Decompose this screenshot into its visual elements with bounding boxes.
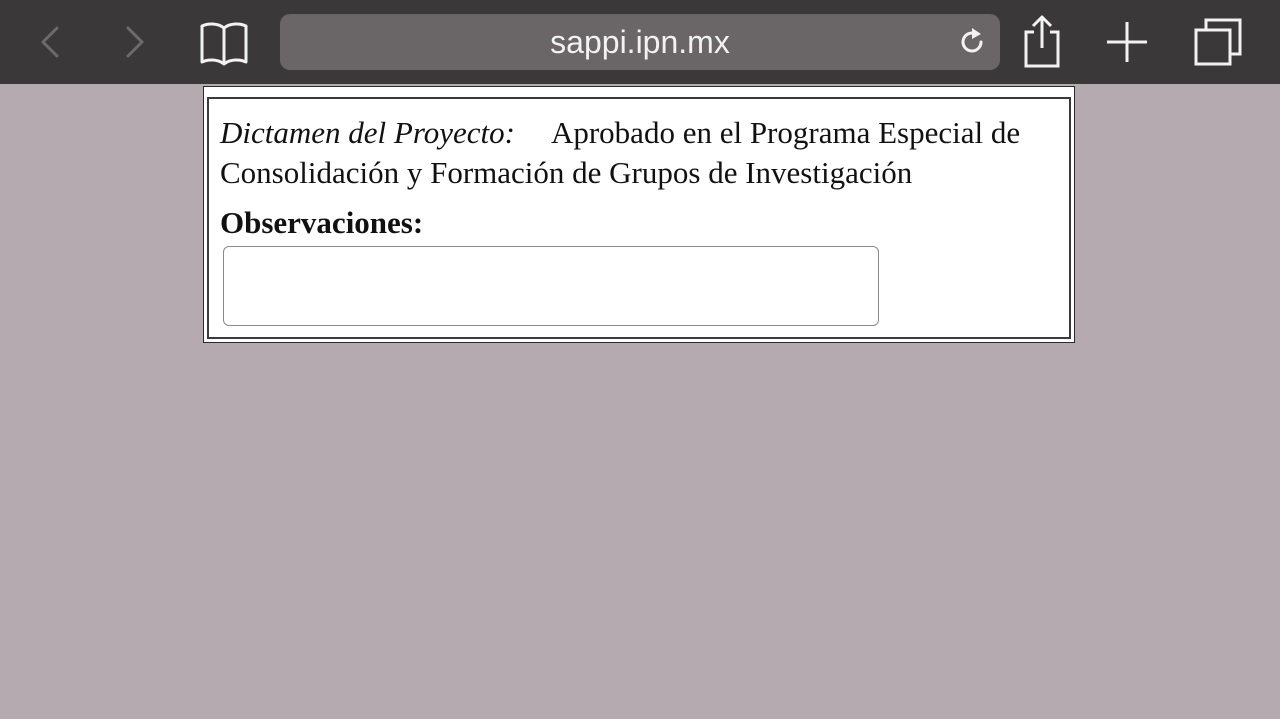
dictamen-panel-inner: Dictamen del Proyecto: Aprobado en el Pro… [207,97,1071,339]
forward-button[interactable] [105,12,165,72]
url-text: sappi.ipn.mx [550,24,730,60]
observaciones-field[interactable] [223,246,879,326]
tabs-button[interactable] [1188,12,1248,72]
dictamen-text: Dictamen del Proyecto: Aprobado en el Pro… [220,113,1050,193]
tabs-icon [1194,18,1242,66]
address-bar[interactable]: sappi.ipn.mx [280,14,1000,70]
back-button[interactable] [20,12,80,72]
book-icon [200,22,248,66]
share-icon [1024,15,1060,68]
bookmarks-button[interactable] [194,12,254,72]
observaciones-label: Observaciones: [220,205,424,240]
chevron-right-icon [126,26,144,58]
dictamen-label: Dictamen del Proyecto: [220,115,515,150]
chevron-left-icon [41,26,59,58]
browser-toolbar: sappi.ipn.mx [0,0,1280,84]
share-button[interactable] [1012,12,1072,72]
new-tab-button[interactable] [1097,12,1157,72]
plus-icon [1107,22,1147,62]
reload-button[interactable] [952,22,992,62]
reload-icon [961,28,983,53]
dictamen-panel: Dictamen del Proyecto: Aprobado en el Pro… [203,86,1075,343]
